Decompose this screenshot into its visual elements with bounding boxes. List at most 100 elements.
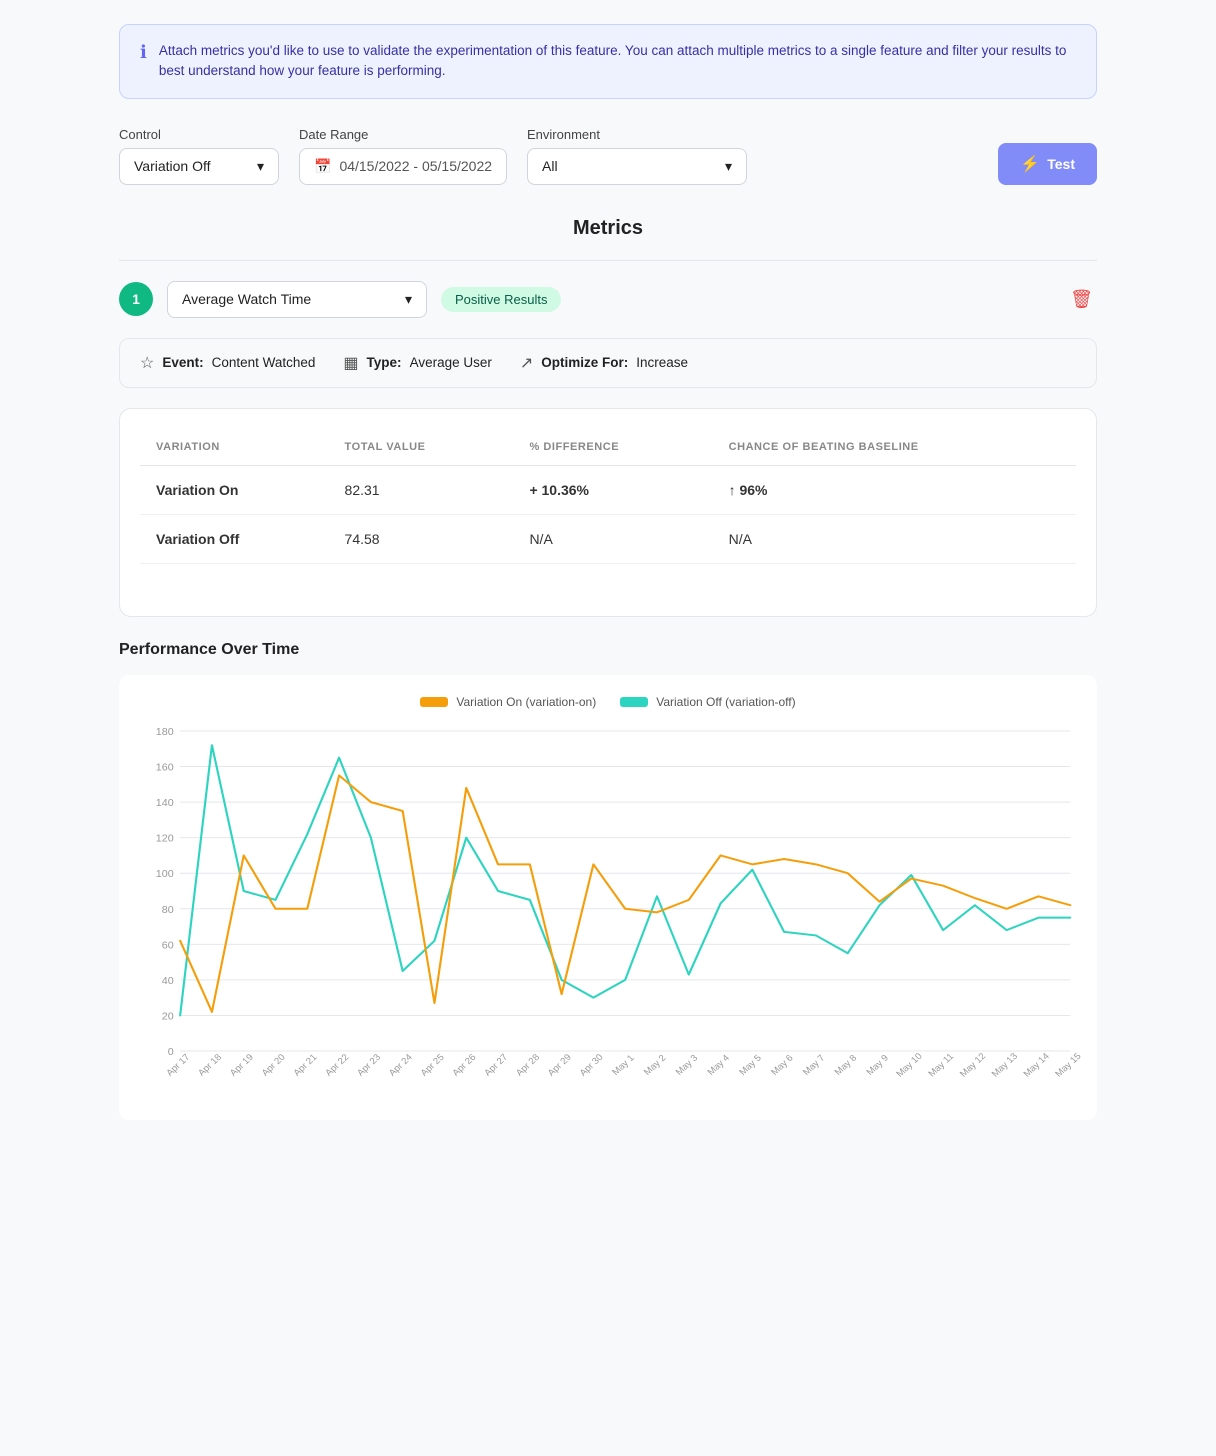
event-label: Event: [162,355,203,370]
info-icon: ℹ [140,42,147,63]
metric-select[interactable]: Average Watch Time ▾ [167,281,427,318]
cell-variation: Variation On [140,465,329,514]
metric-number: 1 [119,282,153,316]
env-select[interactable]: All ▾ [527,148,747,185]
test-button[interactable]: ⚡ Test [998,143,1097,185]
svg-text:120: 120 [156,833,174,844]
col-pct-diff: % DIFFERENCE [513,429,712,466]
metrics-table-card: VARIATION TOTAL VALUE % DIFFERENCE CHANC… [119,408,1097,617]
svg-text:20: 20 [162,1011,174,1022]
event-value: Content Watched [212,355,316,370]
svg-text:Apr 22: Apr 22 [323,1052,350,1078]
delete-metric-button[interactable]: 🗑 [1066,285,1097,314]
env-label: Environment [527,127,747,142]
divider [119,260,1097,261]
cell-chance: ↑ 96% [713,465,1076,514]
cell-variation: Variation Off [140,514,329,563]
legend-label-off: Variation Off (variation-off) [656,695,795,709]
performance-over-time-section: Performance Over Time Variation On (vari… [119,641,1097,1120]
type-label: Type: [367,355,402,370]
control-select[interactable]: Variation Off ▾ [119,148,279,185]
chart-title: Performance Over Time [119,641,1097,659]
control-label: Control [119,127,279,142]
control-value: Variation Off [134,158,211,174]
date-input[interactable]: 📅 04/15/2022 - 05/15/2022 [299,148,507,185]
trend-icon: ↗ [520,353,533,373]
svg-text:May 5: May 5 [737,1052,763,1076]
svg-text:Apr 25: Apr 25 [419,1052,446,1078]
col-chance: CHANCE OF BEATING BASELINE [713,429,1076,466]
svg-text:May 3: May 3 [674,1052,700,1076]
controls-row: Control Variation Off ▾ Date Range 📅 04/… [119,127,1097,185]
col-total-value: TOTAL VALUE [329,429,514,466]
svg-text:May 14: May 14 [1021,1051,1051,1079]
date-label: Date Range [299,127,507,142]
chevron-down-icon: ▾ [257,158,264,175]
grid-icon: ▦ [343,353,358,373]
cell-total-value: 74.58 [329,514,514,563]
svg-text:160: 160 [156,762,174,773]
positive-results-badge: Positive Results [441,287,561,312]
svg-text:May 8: May 8 [833,1052,859,1076]
svg-text:Apr 26: Apr 26 [450,1052,477,1078]
svg-text:0: 0 [168,1047,174,1058]
svg-text:May 2: May 2 [642,1052,668,1076]
chart-container: Variation On (variation-on) Variation Of… [119,675,1097,1120]
performance-chart: 020406080100120140160180Apr 17Apr 18Apr … [135,721,1081,1101]
svg-text:Apr 29: Apr 29 [546,1052,573,1078]
date-range-group: Date Range 📅 04/15/2022 - 05/15/2022 [299,127,507,185]
legend-color-on [420,697,448,707]
cell-chance: N/A [713,514,1076,563]
bolt-icon: ⚡ [1020,154,1040,174]
col-variation: VARIATION [140,429,329,466]
svg-text:140: 140 [156,798,174,809]
test-button-label: Test [1047,156,1075,172]
event-item: ☆ Event: Content Watched [140,353,315,373]
table-row: Variation Off 74.58 N/A N/A [140,514,1076,563]
svg-text:60: 60 [162,940,174,951]
svg-text:180: 180 [156,727,174,738]
legend-color-off [620,697,648,707]
info-banner: ℹ Attach metrics you'd like to use to va… [119,24,1097,99]
svg-text:Apr 28: Apr 28 [514,1052,541,1078]
svg-text:Apr 21: Apr 21 [291,1052,318,1078]
banner-text: Attach metrics you'd like to use to vali… [159,41,1076,82]
metrics-title: Metrics [119,217,1097,240]
env-value: All [542,158,558,174]
optimize-item: ↗ Optimize For: Increase [520,353,688,373]
svg-text:Apr 24: Apr 24 [387,1052,414,1078]
chart-legend: Variation On (variation-on) Variation Of… [135,695,1081,709]
svg-text:Apr 30: Apr 30 [577,1052,604,1078]
type-item: ▦ Type: Average User [343,353,491,373]
control-group: Control Variation Off ▾ [119,127,279,185]
table-row: Variation On 82.31 + 10.36% ↑ 96% [140,465,1076,514]
svg-text:Apr 20: Apr 20 [260,1052,287,1078]
table-header-row: VARIATION TOTAL VALUE % DIFFERENCE CHANC… [140,429,1076,466]
cell-total-value: 82.31 [329,465,514,514]
svg-text:Apr 18: Apr 18 [196,1052,223,1078]
metric-name: Average Watch Time [182,291,311,307]
legend-label-on: Variation On (variation-on) [456,695,596,709]
star-icon: ☆ [140,353,154,373]
cell-pct-diff: + 10.36% [513,465,712,514]
svg-text:Apr 23: Apr 23 [355,1052,382,1078]
svg-text:May 15: May 15 [1053,1051,1081,1079]
svg-text:May 12: May 12 [958,1051,988,1079]
svg-text:80: 80 [162,905,174,916]
chevron-down-icon: ▾ [725,158,732,175]
svg-text:May 9: May 9 [864,1052,890,1076]
svg-text:May 7: May 7 [801,1052,827,1076]
svg-text:Apr 19: Apr 19 [228,1052,255,1078]
optimize-value: Increase [636,355,688,370]
calendar-icon: 📅 [314,158,331,175]
svg-text:May 4: May 4 [705,1052,731,1076]
metrics-table: VARIATION TOTAL VALUE % DIFFERENCE CHANC… [140,429,1076,564]
svg-text:May 10: May 10 [894,1051,924,1079]
svg-text:May 6: May 6 [769,1052,795,1076]
legend-item-on: Variation On (variation-on) [420,695,596,709]
svg-text:May 1: May 1 [610,1052,636,1076]
chart-area: 020406080100120140160180Apr 17Apr 18Apr … [135,721,1081,1104]
legend-item-off: Variation Off (variation-off) [620,695,795,709]
svg-text:May 13: May 13 [990,1051,1020,1079]
type-value: Average User [410,355,492,370]
